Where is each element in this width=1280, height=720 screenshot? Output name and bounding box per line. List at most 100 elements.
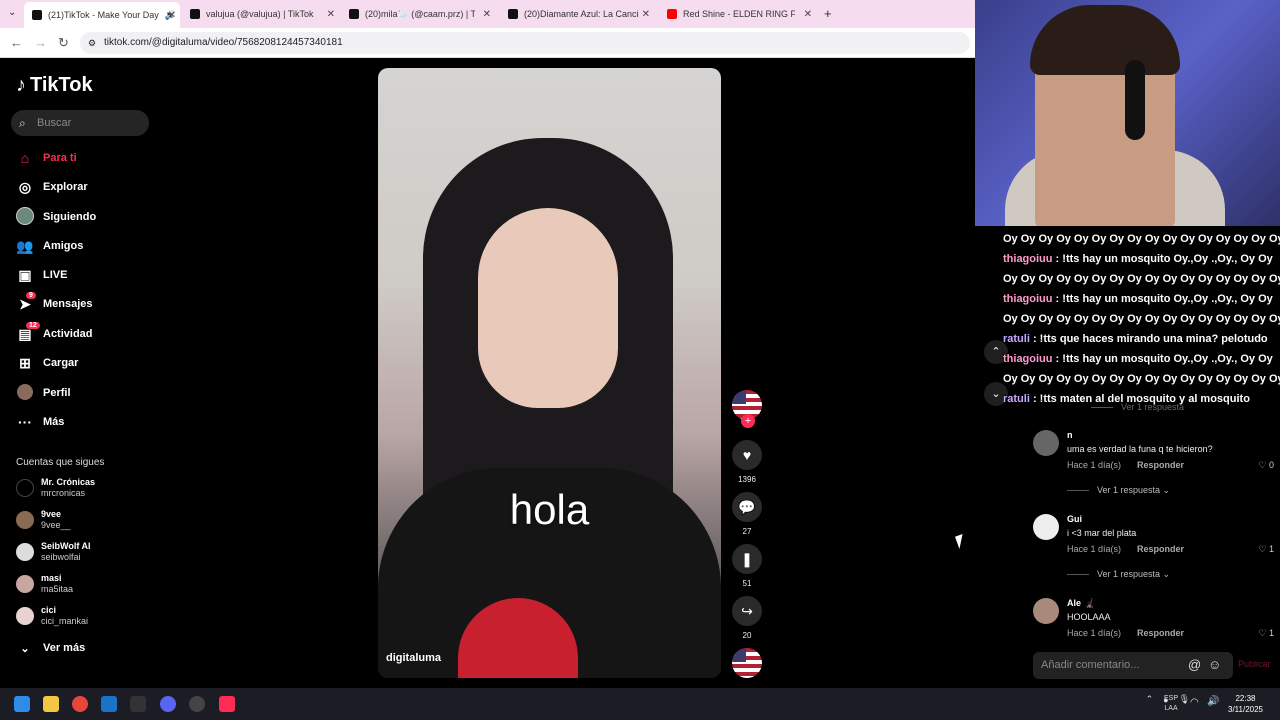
following-handle: ma5itaa [41,584,74,594]
tab-tiktok-home[interactable]: (21)TikTok - Make Your Day 🔊 ✕ [24,2,180,28]
following-name: 9vee [41,509,62,519]
webcam-overlay [975,0,1280,226]
view-replies-button[interactable]: Ver 1 respuesta ⌄ [1067,569,1170,580]
browser-tab-bar: ⌄ (21)TikTok - Make Your Day 🔊 ✕ valujua… [0,0,975,28]
close-icon[interactable]: ✕ [483,9,491,20]
like-button[interactable]: ♥ 1396 [732,440,762,484]
tiktok-logo[interactable]: ♪ TikTok [16,74,93,97]
chat-line: Oy Oy Oy Oy Oy Oy Oy Oy Oy Oy Oy Oy Oy O… [1003,369,1280,389]
avatar [16,511,34,529]
comment-input[interactable]: Añadir comentario... [1033,652,1233,679]
close-icon[interactable]: ✕ [168,10,176,21]
view-replies-button[interactable]: Ver 1 respuesta ⌄ [1067,485,1170,496]
back-arrow-icon[interactable]: ← [10,35,23,50]
close-icon[interactable]: ✕ [642,9,650,20]
clock[interactable]: 22:38 3/11/2025 [1228,693,1263,715]
comment-like-count: 1 [1268,544,1274,554]
comment-author[interactable]: Gui [1067,514,1082,524]
site-info-icon[interactable]: ⚙ [88,32,96,54]
comment-author[interactable]: n [1067,430,1073,440]
sidebar-item-perfil[interactable]: Perfil [16,382,71,404]
chrome-icon[interactable] [72,696,88,712]
sidebar-item-label: Actividad [43,328,93,340]
emoji-icon[interactable]: ☺ [1208,657,1221,672]
video-author[interactable]: digitaluma [386,652,441,664]
sidebar-item-label: LIVE [43,269,68,281]
comment-time: Hace 1 día(s) [1067,460,1122,470]
tab-valujua[interactable]: valujua (@valujua) | TikTok ✕ [190,4,335,24]
reload-icon[interactable]: ↻ [58,35,69,51]
tab-mila[interactable]: (20)mila🦢 (@caam.prz) | TikTo ✕ [349,4,491,24]
avatar[interactable] [1033,598,1059,624]
share-button[interactable]: ↪ 20 [732,596,762,640]
sidebar-item-actividad[interactable]: ▤ 12 Actividad [16,321,93,345]
sidebar-item-mas[interactable]: ··· Más [16,411,64,433]
sidebar-item-explorar[interactable]: ◎ Explorar [16,176,88,198]
video-frame-face [478,208,618,408]
sidebar-item-siguiendo[interactable]: Siguiendo [16,206,96,228]
sidebar-item-mensajes[interactable]: ➤ 9 Mensajes [16,291,93,315]
mention-icon[interactable]: @ [1188,657,1201,672]
obs-icon[interactable] [189,696,205,712]
tab-diamante-azul[interactable]: (20)Diamante Azul: La Canción ✕ [508,4,650,24]
comment-button[interactable]: 💬 27 [732,492,762,536]
comment-like-button[interactable]: ♡ 0 [1258,460,1274,471]
chat-text: : !tts hay un mosquito Oy.,Oy .,Oy., Oy … [1052,253,1273,265]
tiktok-app-icon[interactable] [219,696,235,712]
following-handle: 9vee__ [41,520,71,530]
close-icon[interactable]: ✕ [804,9,812,20]
following-item[interactable]: SeibWolf AI seibwolfai [16,541,91,563]
following-item[interactable]: masi ma5itaa [16,573,73,595]
new-tab-plus-icon[interactable]: + [824,6,832,21]
tab-title: Red Shine - ELDEN RING FT ma [683,9,795,19]
wifi-icon[interactable]: ◠ [1190,697,1199,708]
see-more-button[interactable]: ⌄ Ver más [16,637,85,659]
windows-start-icon[interactable] [14,696,30,712]
sidebar-item-label: Amigos [43,240,84,252]
video-player[interactable]: hola digitaluma [378,68,721,678]
tab-red-shine[interactable]: Red Shine - ELDEN RING FT ma ✕ [667,4,812,24]
volume-icon[interactable]: 🔊 [1207,696,1219,707]
search-input[interactable]: ⌕ Buscar [11,110,149,136]
search-placeholder: Buscar [37,117,72,129]
stream-chat-overlay: Oy Oy Oy Oy Oy Oy Oy Oy Oy Oy Oy Oy Oy O… [1003,229,1280,409]
chevron-up-icon[interactable]: ⌃ [1146,694,1154,705]
avatar[interactable] [1033,430,1059,456]
chat-user: thiagoiuu [1003,293,1053,305]
language-indicator[interactable]: ESP LAA [1164,694,1178,714]
comment-author[interactable]: Ale 🦼 [1067,598,1095,609]
outlook-icon[interactable] [101,696,117,712]
save-button[interactable]: ❚ 51 [732,544,762,588]
file-explorer-icon[interactable] [43,696,59,712]
reply-button[interactable]: Responder [1137,628,1184,638]
sidebar-item-label: Explorar [43,181,88,193]
reply-button[interactable]: Responder [1137,460,1184,470]
comment-like-button[interactable]: ♡ 1 [1258,628,1274,639]
microphone-icon[interactable]: 🎙 [1179,694,1190,705]
comments-panel: Ver 1 respuesta n uma es verdad la funa … [1023,402,1280,688]
url-field[interactable]: ⚙ tiktok.com/@digitaluma/video/756820812… [80,32,970,54]
sidebar-item-amigos[interactable]: 👥 Amigos [16,235,83,257]
sidebar-item-para-ti[interactable]: ⌂ Para ti [16,147,77,169]
close-icon[interactable]: ✕ [327,9,335,20]
avatar[interactable] [1033,514,1059,540]
sidebar-item-live[interactable]: ▣ LIVE [16,264,67,286]
sidebar-item-label: Más [43,416,65,428]
sidebar-item-cargar[interactable]: ⊞ Cargar [16,352,78,374]
reply-button[interactable]: Responder [1137,544,1184,554]
view-replies-label: Ver 1 respuesta [1097,569,1161,579]
discord-icon[interactable] [160,696,176,712]
follow-plus-icon[interactable]: + [741,414,755,428]
sound-avatar[interactable] [732,648,762,678]
following-item[interactable]: cici cici_mankai [16,605,88,627]
comment-like-button[interactable]: ♡ 1 [1258,544,1274,555]
forward-arrow-icon[interactable]: → [34,35,47,50]
tab-list-chevron-icon[interactable]: ⌄ [8,7,16,18]
publish-button[interactable]: Publicar [1238,659,1271,669]
logo-text: TikTok [30,74,93,96]
chat-user: ratuli [1003,393,1030,405]
following-handle: seibwolfai [41,552,81,562]
following-item[interactable]: Mr. Crónicas mrcronicas [16,477,95,499]
app-icon[interactable] [130,696,146,712]
following-item[interactable]: 9vee 9vee__ [16,509,71,531]
